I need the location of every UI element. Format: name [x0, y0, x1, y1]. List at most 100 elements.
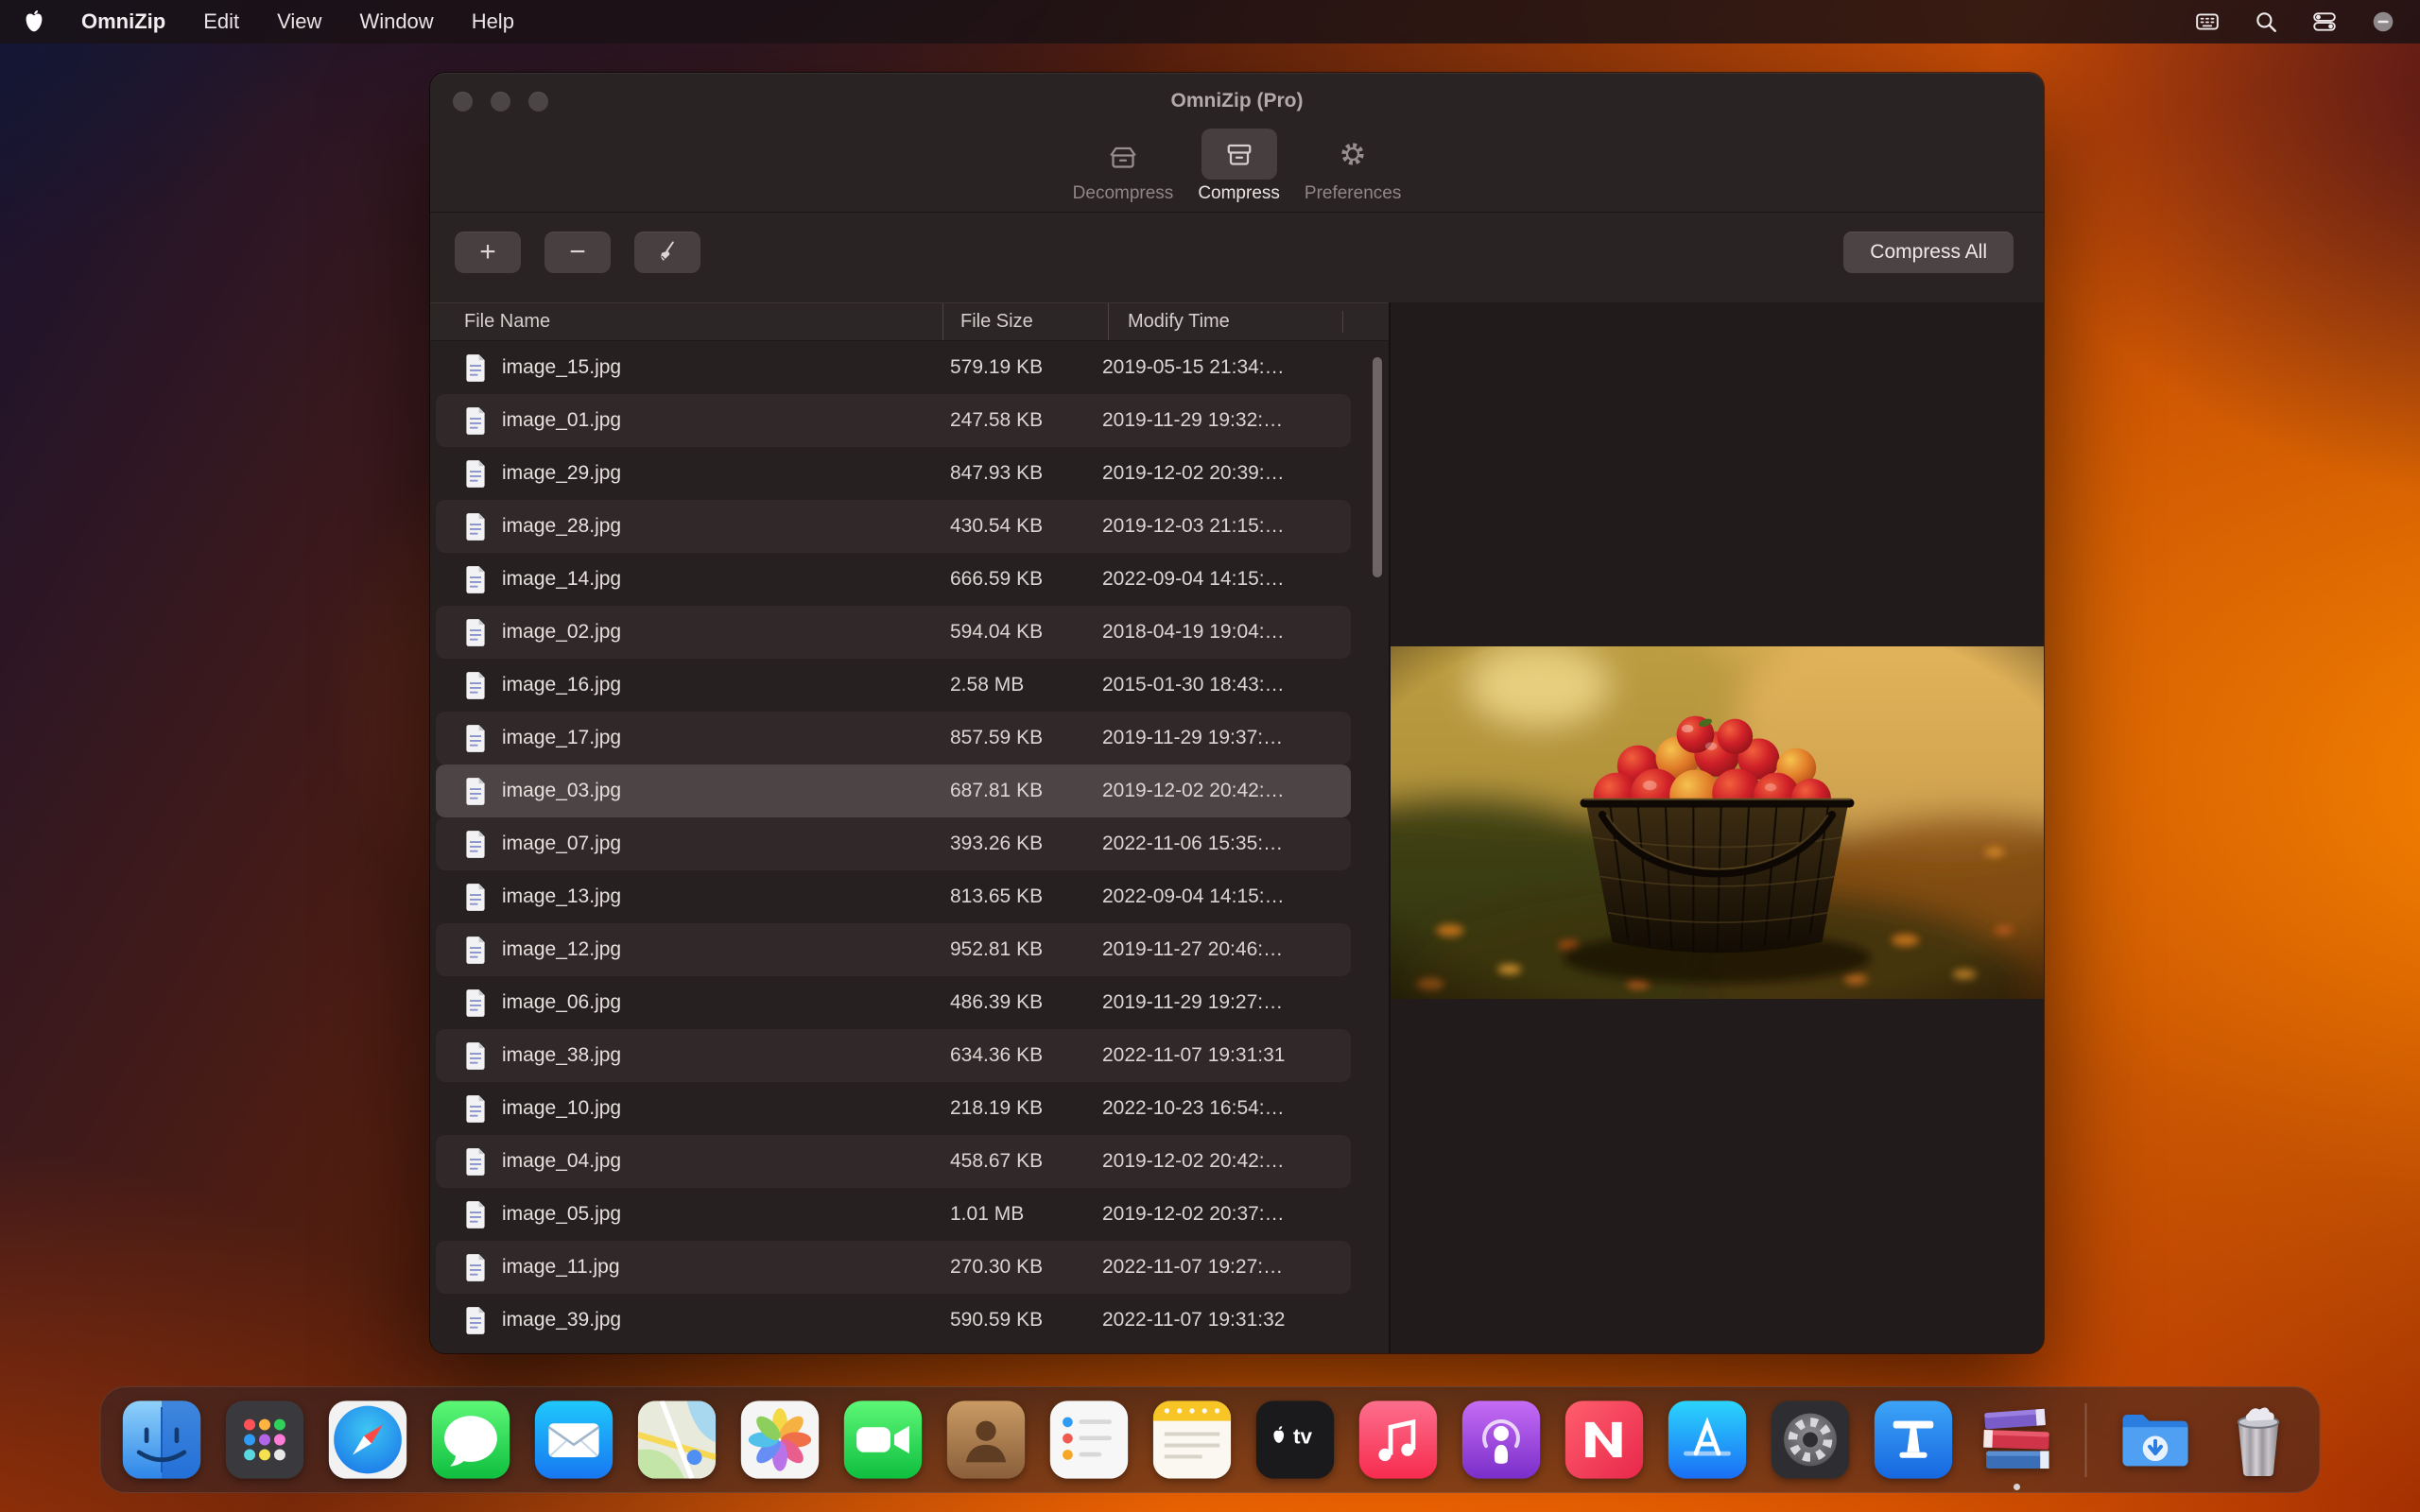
table-scrollbar[interactable] — [1373, 357, 1382, 577]
tab-compress[interactable]: Compress — [1198, 129, 1280, 204]
column-header-file-name[interactable]: File Name — [430, 303, 942, 340]
dock-item-appstore[interactable] — [1668, 1400, 1748, 1480]
search-icon[interactable] — [2254, 9, 2278, 34]
apple-logo-icon[interactable] — [25, 10, 43, 33]
dock-item-messages[interactable] — [431, 1400, 511, 1480]
photos-icon — [740, 1400, 821, 1480]
table-row[interactable]: image_06.jpg 486.39 KB 2019-11-29 19:27:… — [436, 976, 1351, 1029]
file-size: 247.58 KB — [937, 409, 1102, 432]
compress-all-button[interactable]: Compress All — [1843, 232, 2014, 273]
table-row[interactable]: image_14.jpg 666.59 KB 2022-09-04 14:15:… — [436, 553, 1351, 606]
menu-item-window[interactable]: Window — [359, 9, 433, 34]
file-size: 952.81 KB — [937, 938, 1102, 961]
file-name: image_07.jpg — [502, 833, 621, 855]
add-files-button[interactable]: + — [455, 232, 521, 273]
dock-item-launchpad[interactable] — [225, 1400, 305, 1480]
dock-item-finder[interactable] — [122, 1400, 202, 1480]
preferences-gear-icon — [1336, 137, 1370, 171]
dock-divider — [2085, 1403, 2087, 1477]
file-name-cell: image_14.jpg — [436, 566, 937, 593]
table-row[interactable]: image_04.jpg 458.67 KB 2019-12-02 20:42:… — [436, 1135, 1351, 1188]
file-name-cell: image_28.jpg — [436, 513, 937, 541]
file-name-cell: image_13.jpg — [436, 884, 937, 911]
tab-preferences[interactable]: Preferences — [1305, 129, 1401, 204]
file-name: image_03.jpg — [502, 780, 621, 802]
settings-icon — [1771, 1400, 1851, 1480]
file-name: image_15.jpg — [502, 356, 621, 379]
menu-item-view[interactable]: View — [277, 9, 321, 34]
trash-icon — [2219, 1400, 2299, 1480]
file-modify-time: 2019-11-27 20:46:… — [1102, 938, 1283, 961]
dock-item-settings[interactable] — [1771, 1400, 1851, 1480]
clear-list-button[interactable] — [634, 232, 700, 273]
file-document-icon — [464, 725, 487, 752]
dock-item-photos[interactable] — [740, 1400, 821, 1480]
column-header-modify-time[interactable]: Modify Time — [1108, 303, 1230, 340]
dock-item-safari[interactable] — [328, 1400, 408, 1480]
table-row[interactable]: image_05.jpg 1.01 MB 2019-12-02 20:37:… — [436, 1188, 1351, 1241]
file-document-icon — [464, 619, 487, 646]
table-row[interactable]: image_17.jpg 857.59 KB 2019-11-29 19:37:… — [436, 712, 1351, 765]
dock-item-facetime[interactable] — [843, 1400, 924, 1480]
table-row[interactable]: image_07.jpg 393.26 KB 2022-11-06 15:35:… — [436, 817, 1351, 870]
dock-item-trash[interactable] — [2219, 1400, 2299, 1480]
do-not-disturb-icon[interactable] — [2371, 9, 2395, 34]
file-document-icon — [464, 566, 487, 593]
dock-item-maps[interactable] — [637, 1400, 717, 1480]
dock-item-reminders[interactable] — [1049, 1400, 1130, 1480]
file-document-icon — [464, 407, 487, 435]
table-row[interactable]: image_12.jpg 952.81 KB 2019-11-27 20:46:… — [436, 923, 1351, 976]
menu-item-edit[interactable]: Edit — [203, 9, 239, 34]
toolbar-tabs: Decompress Compress — [430, 129, 2044, 204]
table-row[interactable]: image_38.jpg 634.36 KB 2022-11-07 19:31:… — [436, 1029, 1351, 1082]
preview-pane — [1389, 302, 2044, 1353]
file-modify-time: 2022-11-07 19:31:32 — [1102, 1309, 1285, 1332]
dock-item-notes[interactable] — [1152, 1400, 1233, 1480]
music-icon — [1358, 1400, 1439, 1480]
file-modify-time: 2022-10-23 16:54:… — [1102, 1097, 1285, 1120]
table-row[interactable]: image_15.jpg 579.19 KB 2019-05-15 21:34:… — [436, 341, 1351, 394]
file-modify-time: 2022-11-07 19:27:… — [1102, 1256, 1283, 1279]
table-row[interactable]: image_13.jpg 813.65 KB 2022-09-04 14:15:… — [436, 870, 1351, 923]
menu-item-help[interactable]: Help — [472, 9, 514, 34]
dock-item-appletv[interactable]: tv — [1255, 1400, 1336, 1480]
table-row[interactable]: image_39.jpg 590.59 KB 2022-11-07 19:31:… — [436, 1294, 1351, 1347]
dock-item-mail[interactable] — [534, 1400, 614, 1480]
dock-item-keynote[interactable] — [1874, 1400, 1954, 1480]
dock-item-news[interactable] — [1564, 1400, 1645, 1480]
file-name-cell: image_03.jpg — [436, 778, 937, 805]
file-modify-time: 2022-09-04 14:15:… — [1102, 885, 1285, 908]
menu-app-name[interactable]: OmniZip — [81, 9, 165, 34]
file-rows: image_15.jpg 579.19 KB 2019-05-15 21:34:… — [436, 341, 1351, 1353]
dock-item-contacts[interactable] — [946, 1400, 1027, 1480]
keynote-icon — [1874, 1400, 1954, 1480]
table-row[interactable]: image_28.jpg 430.54 KB 2019-12-03 21:15:… — [436, 500, 1351, 553]
input-source-icon[interactable] — [2195, 9, 2220, 34]
table-row[interactable]: image_02.jpg 594.04 KB 2018-04-19 19:04:… — [436, 606, 1351, 659]
launchpad-icon — [225, 1400, 305, 1480]
table-row[interactable]: image_11.jpg 270.30 KB 2022-11-07 19:27:… — [436, 1241, 1351, 1294]
table-row[interactable]: image_29.jpg 847.93 KB 2019-12-02 20:39:… — [436, 447, 1351, 500]
remove-files-button[interactable]: − — [544, 232, 611, 273]
file-name: image_11.jpg — [502, 1256, 620, 1279]
tab-decompress[interactable]: Decompress — [1073, 129, 1174, 204]
dock-item-music[interactable] — [1358, 1400, 1439, 1480]
file-name-cell: image_10.jpg — [436, 1095, 937, 1123]
column-header-file-size[interactable]: File Size — [942, 303, 1108, 340]
file-name-cell: image_05.jpg — [436, 1201, 937, 1228]
file-size: 458.67 KB — [937, 1150, 1102, 1173]
facetime-icon — [843, 1400, 924, 1480]
dock-item-podcasts[interactable] — [1461, 1400, 1542, 1480]
file-name-cell: image_11.jpg — [436, 1254, 937, 1281]
table-row[interactable]: image_10.jpg 218.19 KB 2022-10-23 16:54:… — [436, 1082, 1351, 1135]
table-row[interactable]: image_03.jpg 687.81 KB 2019-12-02 20:42:… — [436, 765, 1351, 817]
window-titlebar[interactable]: OmniZip (Pro) Decompress — [430, 73, 2044, 213]
dock-item-downloads[interactable] — [2116, 1400, 2196, 1480]
desktop: { "menubar": { "app_name": "OmniZip", "i… — [0, 0, 2420, 1512]
dock-item-omnizip[interactable] — [1977, 1400, 2057, 1480]
table-row[interactable]: image_16.jpg 2.58 MB 2015-01-30 18:43:… — [436, 659, 1351, 712]
control-center-icon[interactable] — [2312, 9, 2337, 34]
file-name: image_28.jpg — [502, 515, 621, 538]
preview-image — [1391, 646, 2044, 999]
table-row[interactable]: image_01.jpg 247.58 KB 2019-11-29 19:32:… — [436, 394, 1351, 447]
